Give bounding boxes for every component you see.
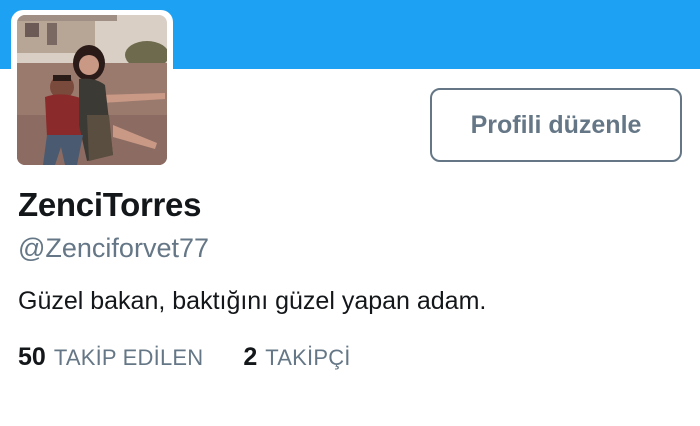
cropped-text-fragment — [565, 418, 635, 426]
display-name: ZenciTorres — [18, 186, 202, 223]
avatar-frame — [11, 10, 173, 170]
following-label: TAKİP EDİLEN — [53, 345, 204, 370]
edit-profile-button[interactable]: Profili düzenle — [430, 88, 682, 162]
followers-label: TAKİPÇİ — [265, 345, 351, 370]
following-stat[interactable]: 50 TAKİP EDİLEN — [18, 343, 203, 372]
avatar-photo — [17, 15, 167, 165]
profile-stats: 50 TAKİP EDİLEN 2 TAKİPÇİ — [18, 343, 351, 372]
following-count: 50 — [18, 343, 46, 371]
username-handle: @Zenciforvet77 — [18, 233, 209, 263]
followers-stat[interactable]: 2 TAKİPÇİ — [243, 343, 350, 372]
followers-count: 2 — [243, 343, 258, 371]
profile-page: Profili düzenle ZenciTorres @Zenciforvet… — [0, 0, 700, 426]
avatar[interactable] — [17, 15, 167, 165]
profile-bio: Güzel bakan, baktığını güzel yapan adam. — [18, 287, 487, 315]
